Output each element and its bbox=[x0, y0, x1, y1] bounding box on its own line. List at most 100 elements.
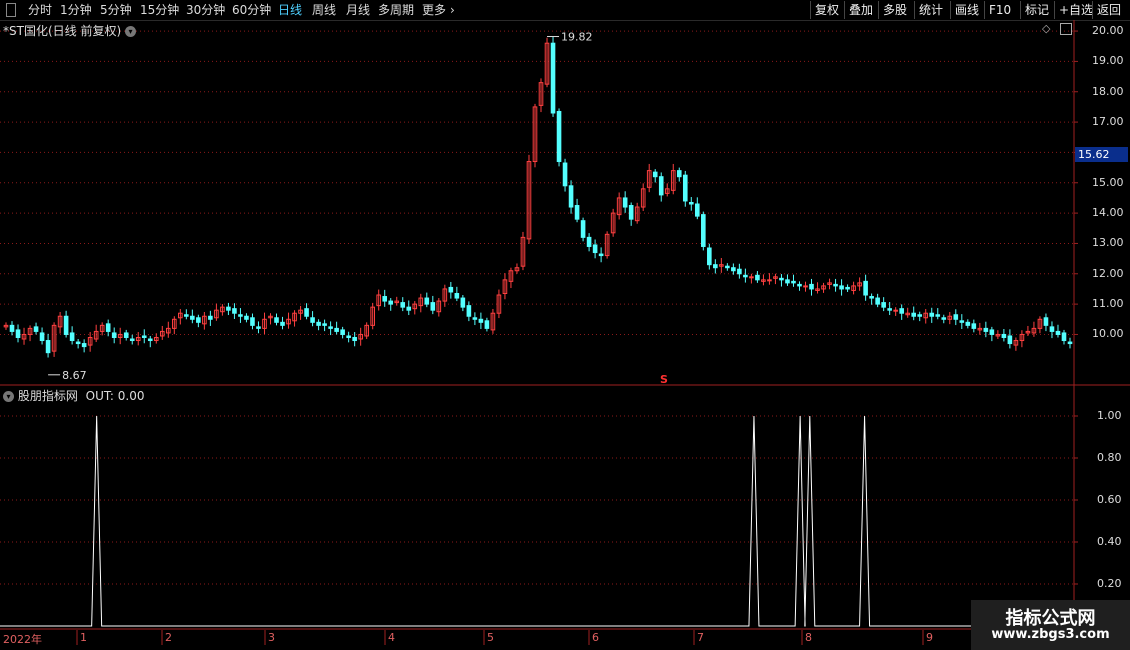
candle-body bbox=[743, 274, 748, 278]
candle-body bbox=[935, 314, 941, 317]
candle-body bbox=[172, 318, 177, 329]
candle-body bbox=[490, 312, 496, 331]
candle-body bbox=[117, 333, 123, 338]
period-tab-0[interactable]: 分时 bbox=[28, 1, 52, 19]
price-label: 17.00 bbox=[1092, 115, 1124, 129]
candle-body bbox=[1037, 318, 1043, 329]
candle-body bbox=[310, 317, 315, 323]
toolbar-btn-0[interactable]: 复权 bbox=[810, 1, 843, 19]
candle-body bbox=[478, 318, 484, 323]
watermark: 指标公式网 www.zbgs3.com bbox=[971, 600, 1130, 650]
stock-title: *ST国化(日线 前复权) bbox=[3, 24, 122, 38]
candle-body bbox=[773, 276, 778, 279]
candle-body bbox=[111, 332, 117, 338]
candle-body bbox=[159, 330, 165, 337]
candle-body bbox=[755, 274, 760, 281]
candle-body bbox=[1019, 333, 1025, 342]
candle-body bbox=[123, 332, 129, 338]
candle-body bbox=[911, 312, 917, 317]
candle-body bbox=[135, 336, 141, 342]
candle-body bbox=[39, 332, 45, 342]
candle-body bbox=[1031, 327, 1037, 334]
toolbar-btn-4[interactable]: 画线 bbox=[950, 1, 983, 19]
candle-body bbox=[761, 279, 766, 282]
period-tab-8[interactable]: 月线 bbox=[346, 1, 370, 19]
candle-body bbox=[803, 285, 808, 288]
period-tab-4[interactable]: 30分钟 bbox=[186, 1, 225, 19]
toolbar-btn-5[interactable]: F10 bbox=[984, 1, 1015, 19]
candle-body bbox=[538, 82, 544, 106]
candle-body bbox=[995, 333, 1001, 337]
candle-body bbox=[238, 314, 243, 317]
candle-body bbox=[442, 288, 448, 302]
chevron-right-icon[interactable]: › bbox=[450, 1, 455, 19]
period-tab-1[interactable]: 1分钟 bbox=[60, 1, 92, 19]
candle-body bbox=[929, 312, 935, 317]
candle-body bbox=[767, 279, 772, 282]
main-panel-title: *ST国化(日线 前复权) ▾ bbox=[3, 22, 136, 39]
candle-body bbox=[262, 318, 267, 329]
period-tab-2[interactable]: 5分钟 bbox=[100, 1, 132, 19]
period-tab-3[interactable]: 15分钟 bbox=[140, 1, 179, 19]
period-tab-7[interactable]: 周线 bbox=[312, 1, 336, 19]
top-toolbar: 分时 1分钟 5分钟 15分钟 30分钟 60分钟 日线 周线 月线 多周期 更多 › 复权 叠加 多股 统计… bbox=[0, 0, 1130, 21]
candle-body bbox=[857, 282, 862, 287]
period-tab-9[interactable]: 多周期 bbox=[378, 1, 414, 19]
candle-body bbox=[622, 197, 628, 208]
chevron-down-icon[interactable]: ▾ bbox=[124, 26, 136, 37]
candle-body bbox=[869, 296, 874, 299]
toolbar-btn-1[interactable]: 叠加 bbox=[844, 1, 877, 19]
period-tab-10[interactable]: 更多 bbox=[422, 1, 446, 19]
toolbar-btn-7[interactable]: +自选 bbox=[1054, 1, 1097, 19]
indicator-panel-title: ▾ 股朋指标网 OUT: 0.00 bbox=[3, 387, 145, 404]
candle-body bbox=[196, 317, 201, 323]
candle-body bbox=[370, 306, 375, 326]
panel-toggle-icon[interactable] bbox=[1060, 23, 1072, 35]
candle-body bbox=[713, 264, 718, 269]
candle-body bbox=[664, 188, 670, 194]
candle-body bbox=[27, 327, 33, 335]
toolbar-btn-3[interactable]: 统计 bbox=[914, 1, 947, 19]
price-label: 10.00 bbox=[1092, 327, 1124, 341]
toolbar-btn-8[interactable]: 返回 bbox=[1092, 1, 1125, 19]
candle-body bbox=[81, 343, 87, 348]
month-label: 5 bbox=[487, 631, 494, 644]
candle-body bbox=[57, 315, 63, 328]
candle-body bbox=[190, 315, 195, 320]
candle-body bbox=[947, 315, 953, 320]
candle-body bbox=[923, 312, 929, 319]
indicator-out-value: OUT: 0.00 bbox=[85, 389, 145, 403]
candle-body bbox=[1013, 340, 1019, 346]
candle-body bbox=[93, 330, 99, 340]
period-tab-6[interactable]: 日线 bbox=[278, 1, 302, 19]
candle-body bbox=[292, 312, 297, 322]
candle-body bbox=[839, 285, 844, 290]
indicator-scale-label: 0.20 bbox=[1097, 577, 1122, 590]
candle-body bbox=[598, 253, 604, 257]
price-label: 20.00 bbox=[1092, 24, 1124, 38]
month-label: 3 bbox=[268, 631, 275, 644]
candle-body bbox=[15, 329, 21, 338]
diamond-icon[interactable]: ◇ bbox=[1042, 22, 1050, 35]
toolbar-btn-2[interactable]: 多股 bbox=[878, 1, 911, 19]
out-indicator-line bbox=[0, 415, 1074, 627]
candle-body bbox=[394, 300, 400, 304]
period-tab-5[interactable]: 60分钟 bbox=[232, 1, 271, 19]
candle-body bbox=[881, 302, 886, 308]
candle-body bbox=[737, 268, 742, 275]
indicator-name: 股朋指标网 bbox=[17, 389, 78, 403]
month-label: 9 bbox=[926, 631, 933, 644]
month-label: 7 bbox=[697, 631, 704, 644]
year-label: 2022年 bbox=[3, 633, 42, 646]
menu-icon[interactable] bbox=[6, 3, 16, 17]
candle-body bbox=[809, 283, 814, 290]
toolbar-btn-6[interactable]: 标记 bbox=[1020, 1, 1053, 19]
chevron-down-icon[interactable]: ▾ bbox=[3, 391, 14, 402]
candle-body bbox=[220, 306, 225, 313]
candle-body bbox=[959, 320, 965, 323]
candle-body bbox=[472, 317, 478, 320]
price-label: 12.00 bbox=[1092, 266, 1124, 280]
candle-body bbox=[202, 315, 207, 325]
candle-body bbox=[406, 306, 412, 311]
candle-body bbox=[460, 297, 466, 308]
